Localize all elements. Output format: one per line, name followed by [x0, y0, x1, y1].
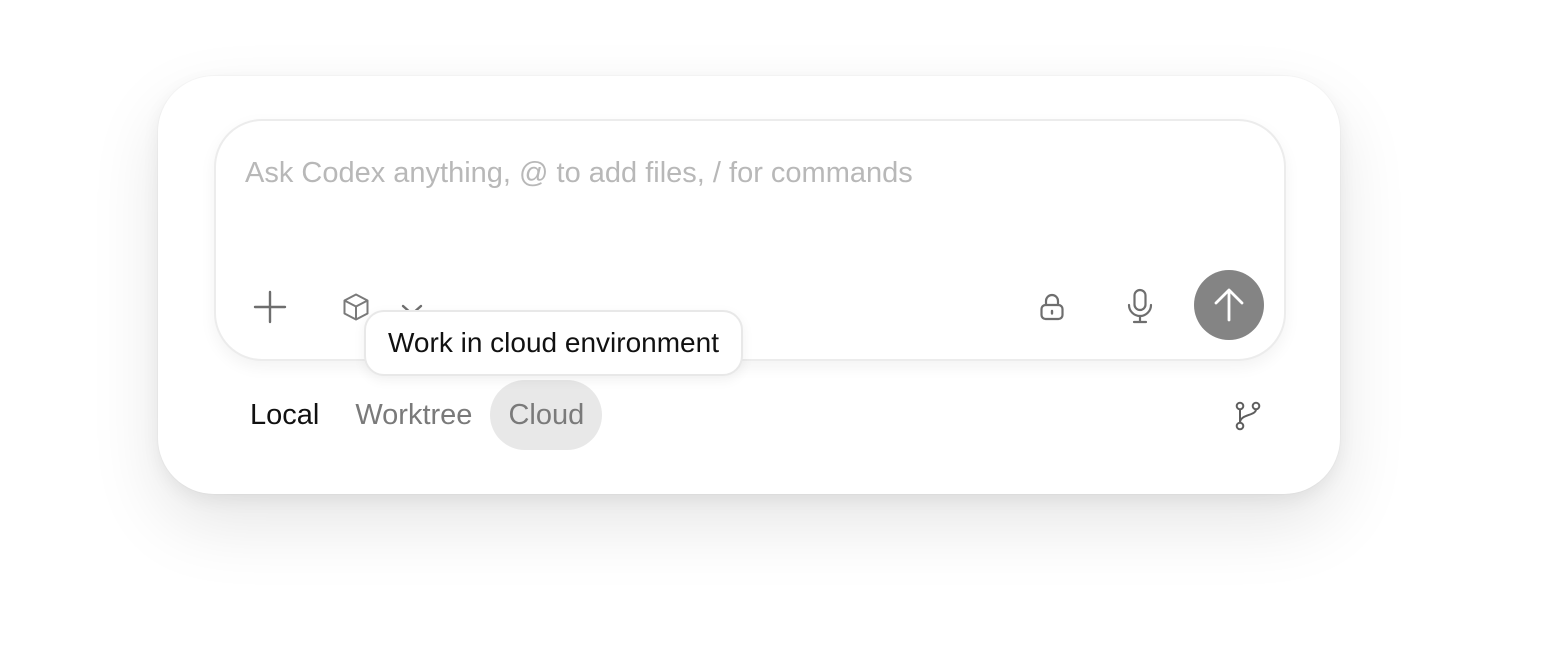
prompt-input[interactable]: [245, 157, 1245, 190]
composer-card: Work in cloud environment Local Worktree…: [158, 76, 1340, 494]
mode-tabs: Local Worktree Cloud: [228, 380, 603, 450]
cloud-tooltip: Work in cloud environment: [364, 310, 743, 376]
branch-button[interactable]: [1230, 398, 1266, 434]
permissions-button[interactable]: [1032, 287, 1072, 327]
cube-icon: [343, 293, 369, 321]
git-branch-icon: [1235, 401, 1261, 431]
send-button[interactable]: [1194, 270, 1264, 340]
app-window: Work in cloud environment Local Worktree…: [0, 0, 1562, 647]
microphone-icon: [1127, 288, 1153, 324]
plus-icon: [253, 290, 287, 324]
arrow-up-icon: [1214, 288, 1244, 322]
voice-input-button[interactable]: [1120, 285, 1160, 329]
tab-cloud[interactable]: Cloud: [490, 380, 603, 450]
tab-local[interactable]: Local: [228, 380, 337, 450]
tooltip-text: Work in cloud environment: [388, 327, 719, 358]
lock-icon: [1040, 293, 1064, 321]
tab-local-label: Local: [250, 398, 320, 431]
tab-worktree-label: Worktree: [355, 398, 473, 431]
add-button[interactable]: [248, 285, 292, 329]
tab-worktree[interactable]: Worktree: [337, 380, 490, 450]
tab-cloud-label: Cloud: [508, 398, 585, 431]
